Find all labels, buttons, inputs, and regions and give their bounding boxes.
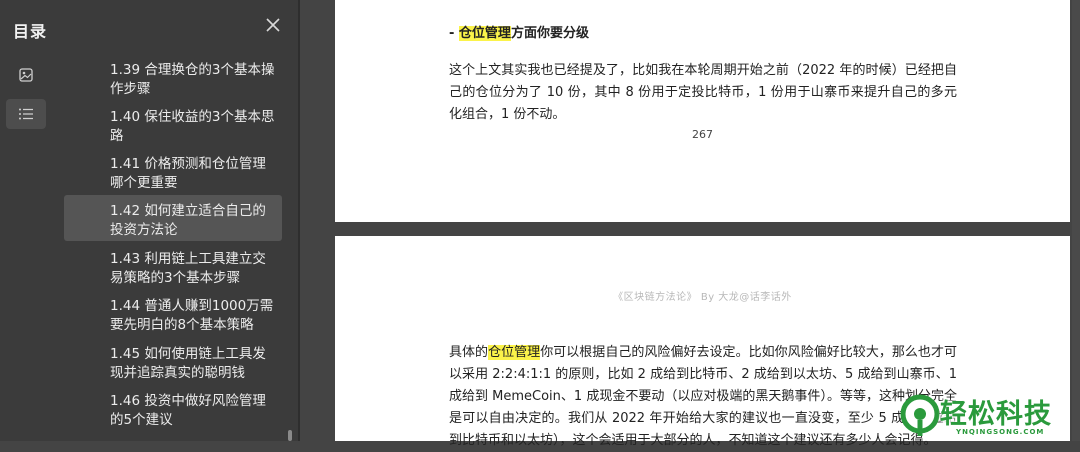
toc-item-label: 1.41 价格预测和仓位管理哪个更重要 — [110, 156, 266, 191]
thumbnail-view-button[interactable] — [6, 60, 46, 90]
list-icon — [19, 108, 33, 120]
para-prefix: 具体的 — [449, 345, 489, 360]
sidebar-title: 目录 — [13, 22, 48, 41]
logo-text: 轻松科技 — [940, 399, 1052, 430]
image-icon — [19, 68, 33, 82]
toc-item-label: 1.40 保住收益的3个基本思路 — [110, 109, 275, 144]
toc-item-label: 1.39 合理换仓的3个基本操作步骤 — [110, 62, 275, 97]
pdf-page-267: - 仓位管理方面你要分级 这个上文其实我也已经提及了，比如我在本轮周期开始之前（… — [335, 0, 1070, 222]
outline-sidebar: 目录 1.39 合理换仓的3个基本操作步骤 1.40 保住收益的3个基本思路 1… — [0, 0, 298, 441]
running-header: 《区块链方法论》 By 大龙@话李话外 — [613, 292, 792, 303]
close-sidebar-button[interactable] — [262, 14, 284, 36]
section-heading: - 仓位管理方面你要分级 — [449, 22, 589, 41]
logo-domain: YNQINGSONG.COM — [956, 428, 1045, 436]
toc-item-1-43[interactable]: 1.43 利用链上工具建立交易策略的3个基本步骤 — [64, 243, 282, 289]
watermark-logo: 轻松科技 YNQINGSONG.COM — [890, 392, 1080, 441]
toc-item-label: 1.46 投资中做好风险管理的5个建议 — [110, 393, 266, 428]
logo-mark-icon — [900, 394, 940, 436]
toc-item-1-40[interactable]: 1.40 保住收益的3个基本思路 — [64, 101, 282, 147]
toc-item-label: 1.45 如何使用链上工具发现并追踪真实的聪明钱 — [110, 346, 266, 381]
document-scrollbar[interactable] — [1072, 0, 1080, 441]
toc-item-1-42[interactable]: 1.42 如何建立适合自己的投资方法论 — [64, 195, 282, 241]
toc-item-1-39[interactable]: 1.39 合理换仓的3个基本操作步骤 — [64, 54, 282, 100]
toc-item-label: 1.44 普通人赚到1000万需要先明白的8个基本策略 — [110, 298, 274, 333]
toc-item-1-41[interactable]: 1.41 价格预测和仓位管理哪个更重要 — [64, 148, 282, 194]
sidebar-divider[interactable] — [298, 0, 300, 441]
toc-item-label: 1.42 如何建立适合自己的投资方法论 — [110, 203, 266, 238]
page-number: 267 — [692, 128, 713, 141]
body-paragraph: 具体的仓位管理你可以根据自己的风险偏好去设定。比如你风险偏好比较大，那么也才可以… — [449, 342, 957, 452]
sidebar-scrollbar-thumb[interactable] — [288, 430, 292, 441]
toc-item-1-45[interactable]: 1.45 如何使用链上工具发现并追踪真实的聪明钱 — [64, 338, 282, 384]
toc-item-label: 1.43 利用链上工具建立交易策略的3个基本步骤 — [110, 251, 266, 286]
highlighted-text[interactable]: 仓位管理 — [458, 26, 511, 41]
toc-item-1-46[interactable]: 1.46 投资中做好风险管理的5个建议 — [64, 385, 282, 431]
heading-prefix: - — [449, 26, 459, 41]
outline-view-button[interactable] — [6, 99, 46, 129]
close-icon — [266, 18, 280, 32]
highlighted-text[interactable]: 仓位管理 — [488, 345, 541, 360]
para-rest: 你可以根据自己的风险偏好去设定。比如你风险偏好比较大，那么也才可以采用 2:2:… — [449, 345, 957, 448]
heading-rest: 方面你要分级 — [510, 26, 589, 41]
body-paragraph: 这个上文其实我也已经提及了，比如我在本轮周期开始之前（2022 年的时候）已经把… — [449, 63, 957, 122]
toc-item-1-44[interactable]: 1.44 普通人赚到1000万需要先明白的8个基本策略 — [64, 290, 282, 336]
